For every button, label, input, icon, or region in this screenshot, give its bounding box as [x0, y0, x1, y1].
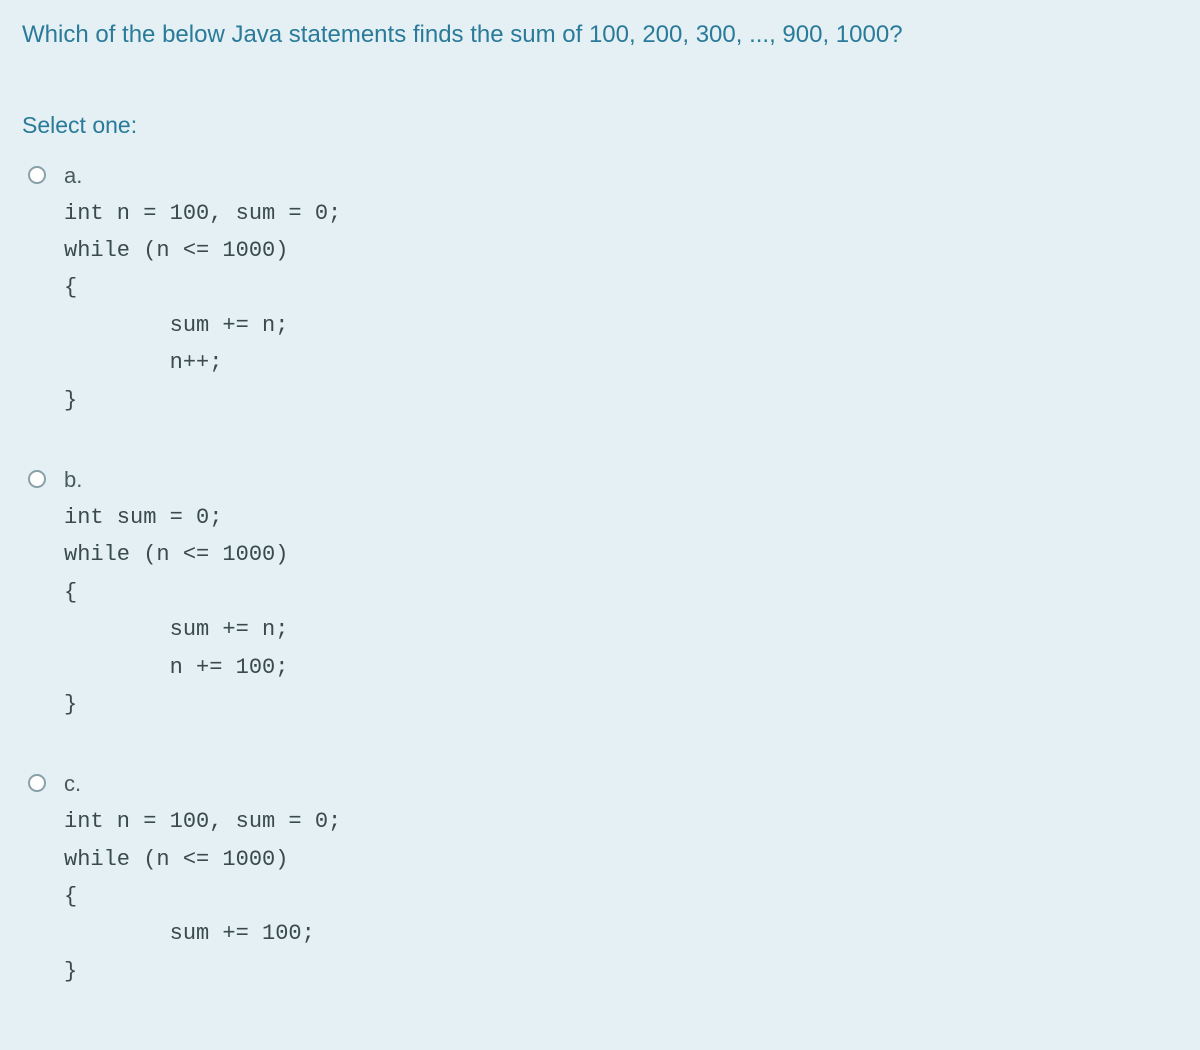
radio-option-b[interactable]	[28, 470, 46, 488]
option-b: b. int sum = 0; while (n <= 1000) { sum …	[22, 467, 1178, 723]
question-text: Which of the below Java statements finds…	[22, 18, 1178, 52]
option-code-a: int n = 100, sum = 0; while (n <= 1000) …	[64, 195, 1178, 419]
option-a: a. int n = 100, sum = 0; while (n <= 100…	[22, 163, 1178, 419]
option-label-c: c.	[64, 771, 1178, 797]
select-prompt: Select one:	[22, 112, 1178, 139]
option-code-b: int sum = 0; while (n <= 1000) { sum += …	[64, 499, 1178, 723]
option-label-b: b.	[64, 467, 1178, 493]
option-label-a: a.	[64, 163, 1178, 189]
option-code-c: int n = 100, sum = 0; while (n <= 1000) …	[64, 803, 1178, 990]
radio-option-a[interactable]	[28, 166, 46, 184]
radio-option-c[interactable]	[28, 774, 46, 792]
option-c: c. int n = 100, sum = 0; while (n <= 100…	[22, 771, 1178, 990]
